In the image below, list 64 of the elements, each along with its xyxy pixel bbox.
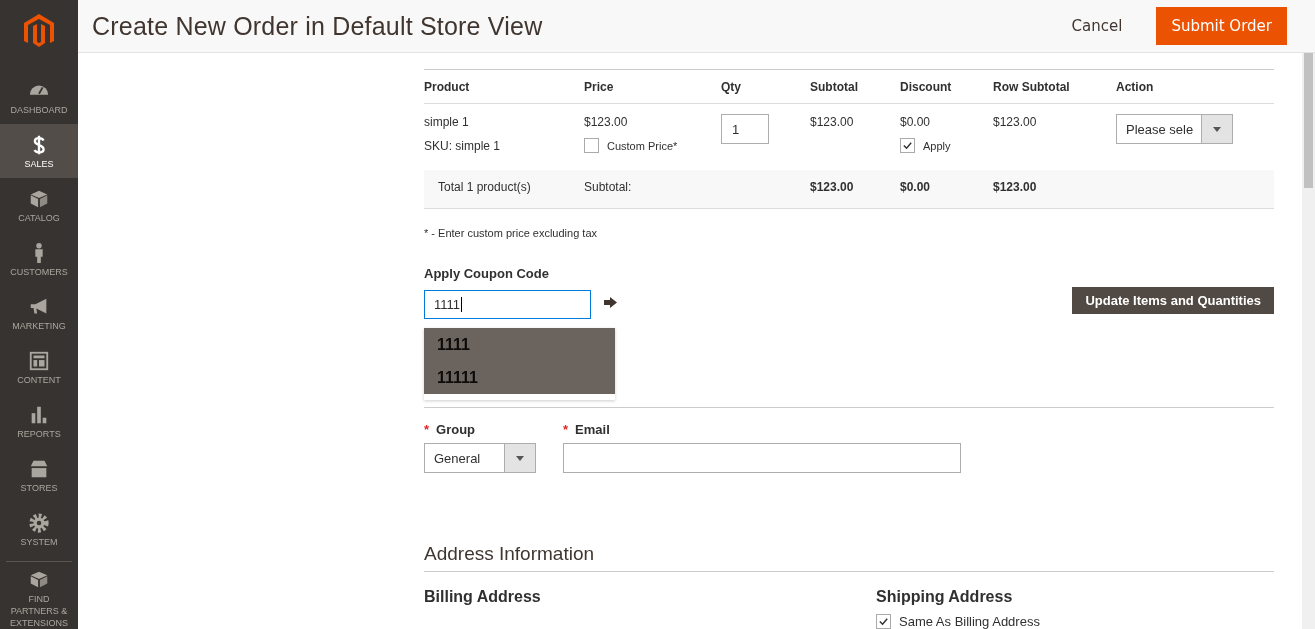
nav-item[interactable]: MARKETING: [0, 286, 78, 341]
nav-item[interactable]: DASHBOARD: [0, 70, 78, 125]
totals-cell-text: $0.00: [900, 179, 932, 196]
nav-item[interactable]: FIND PARTNERS & EXTENSIONS: [6, 561, 72, 629]
nav-item[interactable]: SYSTEM: [0, 502, 78, 557]
qty-field[interactable]: 1: [721, 114, 769, 144]
nav-item[interactable]: CATALOG: [0, 178, 78, 233]
checkmark-icon: [878, 616, 889, 627]
arrow-right-icon[interactable]: [604, 297, 617, 311]
scrollbar[interactable]: [1302, 53, 1315, 629]
table-cell-text: $123.00: [993, 114, 1038, 130]
totals-cell-text: $123.00: [810, 179, 855, 196]
caret-icon: [1201, 115, 1232, 143]
column-header: Discount: [900, 70, 993, 104]
column-header: Row Subtotal: [993, 70, 1116, 104]
checkbox-label: Apply: [923, 139, 951, 152]
table-cell-text: $123.00: [584, 114, 629, 130]
nav-item[interactable]: SALES: [0, 124, 78, 179]
caret-icon: [504, 444, 535, 472]
nav-item[interactable]: REPORTS: [0, 394, 78, 449]
column-header: Qty: [721, 70, 810, 104]
checkbox[interactable]: [584, 138, 599, 153]
gear-icon: [28, 512, 50, 535]
checkbox[interactable]: [900, 138, 915, 153]
email-field[interactable]: [563, 443, 961, 473]
nav-item[interactable]: STORES: [0, 448, 78, 503]
action-select[interactable]: Please sele: [1116, 114, 1233, 144]
coupon-label: Apply Coupon Code: [424, 266, 550, 281]
field-label: Email: [575, 422, 610, 437]
required-mark: *: [424, 422, 430, 437]
suggestion-item[interactable]: 1111: [424, 328, 615, 361]
logo-icon[interactable]: [24, 14, 54, 50]
product-name: simple 1: [424, 114, 470, 130]
scrollbar-thumb[interactable]: [1304, 53, 1313, 188]
totals-cell-text: $123.00: [993, 179, 1038, 196]
checkbox-label: Custom Price*: [607, 139, 678, 152]
column-header: Action: [1116, 70, 1274, 104]
checkmark-icon: [902, 140, 913, 151]
section-subtitle: Shipping Address: [876, 588, 1014, 606]
submit-order-button[interactable]: Submit Order: [1156, 7, 1287, 45]
checkbox[interactable]: [876, 614, 891, 629]
column-header: Subtotal: [810, 70, 900, 104]
footnote: * - Enter custom price excluding tax: [424, 227, 599, 239]
totals-label: Subtotal:: [584, 179, 633, 196]
column-header: Price: [584, 70, 721, 104]
required-mark: *: [563, 422, 569, 437]
coupon-field[interactable]: 1111: [424, 289, 591, 319]
section-title: Address Information: [424, 543, 1274, 572]
totals-label: Total 1 product(s): [437, 179, 532, 196]
product-sku: SKU: simple 1: [424, 138, 502, 154]
field-label: Group: [436, 422, 476, 437]
nav-item[interactable]: CUSTOMERS: [0, 232, 78, 287]
table-cell-text: $0.00: [900, 114, 932, 130]
group-select[interactable]: General: [424, 443, 536, 473]
checkbox-label: Same As Billing Address: [899, 614, 1040, 629]
cancel-button[interactable]: Cancel: [1065, 16, 1129, 36]
update-items-button[interactable]: Update Items and Quantities: [1072, 287, 1274, 314]
table-cell-text: $123.00: [810, 114, 855, 130]
page-title: Create New Order in Default Store View: [92, 11, 543, 41]
nav-item[interactable]: CONTENT: [0, 340, 78, 395]
column-header: Product: [424, 70, 584, 104]
suggestion-item[interactable]: 11111: [424, 361, 615, 394]
layout-icon: [28, 350, 50, 373]
section-subtitle: Billing Address: [424, 588, 542, 606]
